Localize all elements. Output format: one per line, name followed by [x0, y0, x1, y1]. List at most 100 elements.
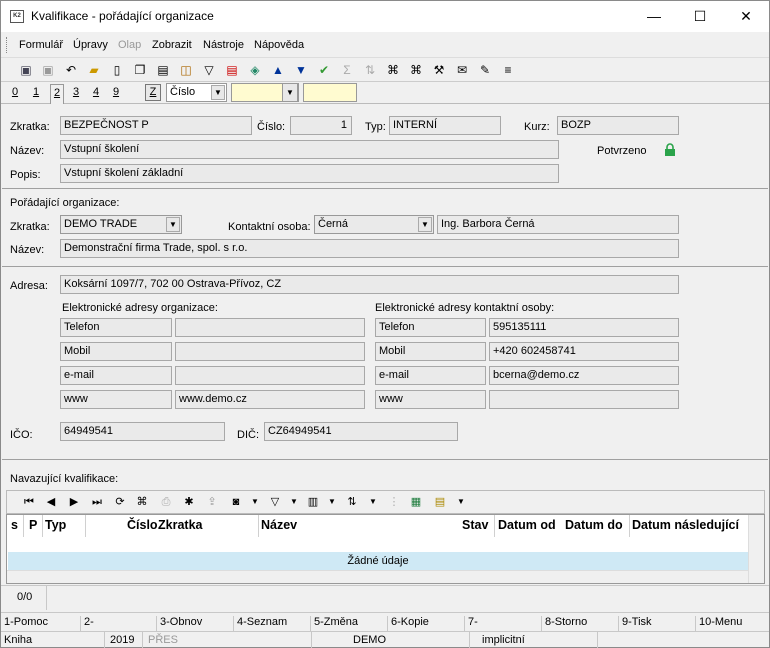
group-icon[interactable]: ⋮	[386, 494, 402, 510]
menu-napoveda[interactable]: Nápověda	[254, 39, 304, 51]
contact-eaddr-type[interactable]: e-mail	[375, 366, 486, 385]
horizontal-scrollbar[interactable]	[7, 570, 748, 583]
sort-direction-button[interactable]: Z	[145, 84, 161, 101]
fkey-7[interactable]: 7-	[464, 616, 478, 632]
new-document-icon[interactable]: ▯	[108, 61, 126, 79]
sum-icon[interactable]: Σ	[338, 61, 356, 79]
filter-icon[interactable]: ▽	[267, 494, 283, 510]
kontakt-full-field[interactable]: Ing. Barbora Černá	[437, 215, 679, 234]
ico-field[interactable]: 64949541	[60, 422, 225, 441]
vertical-scrollbar[interactable]	[748, 515, 764, 583]
org-eaddr-value[interactable]	[175, 318, 365, 337]
refresh-icon[interactable]: ⟳	[112, 494, 128, 510]
tab-0[interactable]: 0	[8, 86, 22, 98]
mail-icon[interactable]: ✉	[453, 61, 471, 79]
tab-3[interactable]: 3	[69, 86, 83, 98]
prev-record-icon[interactable]: ◀	[43, 494, 59, 510]
copy-icon[interactable]: ❐	[131, 61, 149, 79]
last-record-icon[interactable]: ⏭	[89, 494, 105, 510]
maximize-button[interactable]: ☐	[677, 1, 723, 32]
fkey-6[interactable]: 6-Kopie	[387, 616, 429, 632]
binoculars-icon[interactable]: ⌘	[384, 61, 402, 79]
column-header-nazev[interactable]: Název	[261, 518, 297, 532]
tools-icon[interactable]: ⚒	[430, 61, 448, 79]
column-header-datum-do[interactable]: Datum do	[565, 518, 623, 532]
org-eaddr-type[interactable]: Telefon	[60, 318, 172, 337]
typ-field[interactable]: INTERNÍ	[389, 116, 501, 135]
fkey-2[interactable]: 2-	[80, 616, 94, 632]
nazev-field[interactable]: Vstupní školení	[60, 140, 559, 159]
save-close-icon[interactable]: ▣	[39, 61, 57, 79]
binoculars-icon[interactable]: ⌘	[134, 494, 150, 510]
column-header-datum-nasledujici[interactable]: Datum následující	[632, 518, 739, 532]
column-header-s[interactable]: s	[11, 518, 18, 532]
next-record-icon[interactable]: ▶	[66, 494, 82, 510]
column-header-p[interactable]: P	[29, 518, 37, 532]
contact-eaddr-value[interactable]: 595135111	[489, 318, 679, 337]
org-eaddr-type[interactable]: www	[60, 390, 172, 409]
settings-list-icon[interactable]: ▤	[432, 494, 448, 510]
column-header-cislo[interactable]: Číslo	[127, 518, 158, 532]
quick-search-value-input[interactable]	[303, 83, 357, 102]
org-eaddr-type[interactable]: e-mail	[60, 366, 172, 385]
arrow-down-icon[interactable]: ▼	[292, 61, 310, 79]
chevron-down-icon[interactable]: ▼	[324, 494, 340, 510]
org-eaddr-type[interactable]: Mobil	[60, 342, 172, 361]
menu-nastroje[interactable]: Nástroje	[203, 39, 244, 51]
tab-9[interactable]: 9	[109, 86, 123, 98]
chevron-down-icon[interactable]: ▼	[286, 494, 302, 510]
binoculars-next-icon[interactable]: ⌘	[407, 61, 425, 79]
excel-icon[interactable]: ▦	[408, 494, 424, 510]
find-icon[interactable]: ▤	[154, 61, 172, 79]
org-eaddr-value[interactable]	[175, 342, 365, 361]
column-header-datum-od[interactable]: Datum od	[498, 518, 556, 532]
popis-field[interactable]: Vstupní školení základní	[60, 164, 559, 183]
chevron-down-icon[interactable]: ▼	[453, 494, 469, 510]
sort-az-icon[interactable]: ⇅	[344, 494, 360, 510]
fkey-5[interactable]: 5-Změna	[310, 616, 358, 632]
kontakt-select[interactable]: Černá ▼	[314, 215, 434, 234]
contact-eaddr-value[interactable]: +420 602458741	[489, 342, 679, 361]
menu-olap[interactable]: Olap	[118, 39, 141, 51]
tab-4[interactable]: 4	[89, 86, 103, 98]
fkey-4[interactable]: 4-Seznam	[233, 616, 287, 632]
columns-icon[interactable]: ▥	[305, 494, 321, 510]
new-record-icon[interactable]: ✱	[181, 494, 197, 510]
zkratka-field[interactable]: BEZPEČNOST P	[60, 116, 252, 135]
fkey-1[interactable]: 1-Pomoc	[1, 616, 48, 632]
column-header-stav[interactable]: Stav	[462, 518, 488, 532]
contact-eaddr-type[interactable]: Mobil	[375, 342, 486, 361]
sort-select[interactable]: Číslo ▼	[166, 83, 227, 102]
camera-icon[interactable]: ◙	[228, 494, 244, 510]
chevron-down-icon[interactable]: ▼	[365, 494, 381, 510]
quick-search-input[interactable]: ▼	[231, 83, 299, 102]
menu-upravy[interactable]: Úpravy	[73, 39, 108, 51]
fkey-3[interactable]: 3-Obnov	[156, 616, 202, 632]
open-folder-icon[interactable]: ▰	[85, 61, 103, 79]
org-nazev-field[interactable]: Demonstrační firma Trade, spol. s r.o.	[60, 239, 679, 258]
column-header-zkratka[interactable]: Zkratka	[158, 518, 202, 532]
cislo-field[interactable]: 1	[290, 116, 352, 135]
org-eaddr-value[interactable]: www.demo.cz	[175, 390, 365, 409]
org-eaddr-value[interactable]	[175, 366, 365, 385]
arrow-up-icon[interactable]: ▲	[269, 61, 287, 79]
minimize-button[interactable]: —	[631, 1, 677, 32]
close-button[interactable]: ✕	[723, 1, 769, 32]
column-header-typ[interactable]: Typ	[45, 518, 66, 532]
contact-eaddr-value[interactable]	[489, 390, 679, 409]
contact-eaddr-type[interactable]: Telefon	[375, 318, 486, 337]
kurz-field[interactable]: BOZP	[557, 116, 679, 135]
clear-filter-icon[interactable]: ▤	[223, 61, 241, 79]
transform-icon[interactable]: ⇅	[361, 61, 379, 79]
print-icon[interactable]: ⎙	[158, 494, 174, 510]
fkey-10[interactable]: 10-Menu	[695, 616, 742, 632]
first-record-icon[interactable]: ⏮	[21, 494, 37, 510]
tab-1[interactable]: 1	[29, 86, 43, 98]
contact-eaddr-type[interactable]: www	[375, 390, 486, 409]
notes-icon[interactable]: ✎	[476, 61, 494, 79]
undo-icon[interactable]: ↶	[62, 61, 80, 79]
fkey-9[interactable]: 9-Tisk	[618, 616, 652, 632]
menu-zobrazit[interactable]: Zobrazit	[152, 39, 192, 51]
dic-field[interactable]: CZ64949541	[264, 422, 458, 441]
tab-2[interactable]: 2	[50, 84, 64, 104]
